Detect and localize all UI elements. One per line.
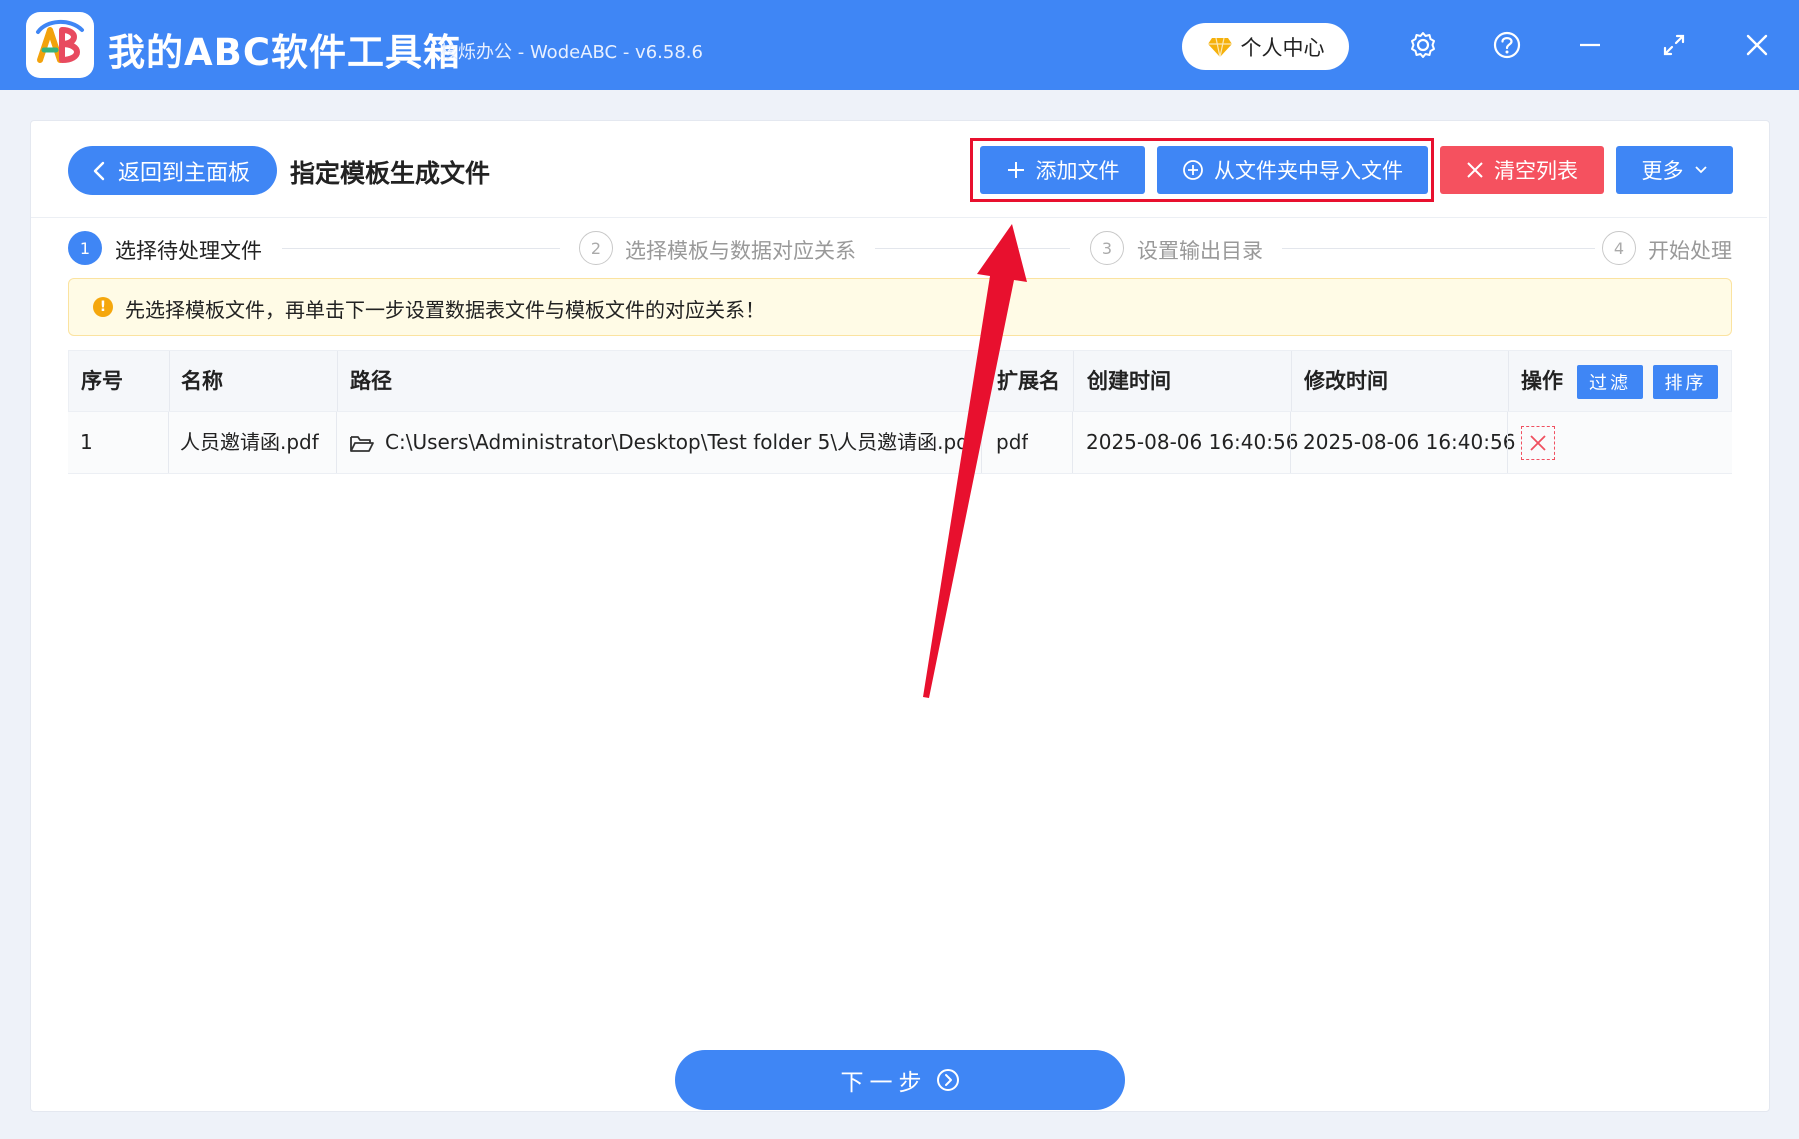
- step-4-label: 开始处理: [1648, 239, 1732, 263]
- column-divider: [1507, 412, 1508, 473]
- step-connector: [875, 248, 1070, 249]
- table-row[interactable]: 1 人员邀请函.pdf C:\Users\Administrator\Deskt…: [68, 412, 1732, 474]
- help-icon[interactable]: [1490, 28, 1524, 62]
- close-icon: [1530, 435, 1546, 451]
- column-divider: [1291, 351, 1292, 411]
- hint-notice: ! 先选择模板文件，再单击下一步设置数据表文件与模板文件的对应关系！: [68, 278, 1732, 336]
- col-header-index: 序号: [81, 369, 123, 393]
- cell-modified: 2025-08-06 16:40:56: [1303, 430, 1516, 454]
- column-divider: [169, 351, 170, 411]
- col-header-modified: 修改时间: [1304, 369, 1388, 393]
- column-divider: [336, 412, 337, 473]
- close-icon[interactable]: [1740, 28, 1774, 62]
- annotation-highlight-box: [970, 138, 1434, 202]
- folder-open-icon[interactable]: [349, 412, 379, 472]
- user-center-label: 个人中心: [1240, 35, 1325, 60]
- warning-icon: !: [93, 297, 113, 317]
- step-3-label: 设置输出目录: [1137, 239, 1263, 263]
- column-divider: [1290, 412, 1291, 473]
- column-divider: [168, 412, 169, 473]
- col-header-path: 路径: [350, 369, 392, 393]
- filter-button[interactable]: 过滤: [1577, 365, 1643, 399]
- step-1-number: 1: [68, 231, 102, 265]
- next-step-label: 下一步: [840, 1070, 928, 1096]
- settings-icon[interactable]: [1406, 28, 1440, 62]
- step-connector: [1282, 248, 1595, 249]
- page-title: 指定模板生成文件: [290, 159, 491, 188]
- more-label: 更多: [1641, 159, 1684, 183]
- column-divider: [337, 351, 338, 411]
- title-bar: 我的ABC软件工具箱 核烁办公 - WodeABC - v6.58.6 个人中心: [0, 0, 1799, 90]
- header-divider: [31, 217, 1767, 218]
- step-3-number: 3: [1090, 231, 1124, 265]
- back-to-main-button[interactable]: 返回到主面板: [68, 146, 277, 195]
- step-1-label: 选择待处理文件: [115, 239, 262, 263]
- col-header-action: 操作: [1521, 369, 1563, 393]
- cell-created: 2025-08-06 16:40:56: [1086, 430, 1299, 454]
- main-panel: [30, 120, 1770, 1112]
- chevron-left-icon: [93, 161, 105, 180]
- column-divider: [981, 412, 982, 473]
- arrow-right-circle-icon: [936, 1069, 959, 1091]
- table-header: 序号 名称 路径 扩展名 创建时间 修改时间 操作 过滤 排序: [68, 350, 1732, 412]
- column-divider: [1073, 351, 1074, 411]
- col-header-created: 创建时间: [1087, 369, 1171, 393]
- column-divider: [1508, 351, 1509, 411]
- notice-text: 先选择模板文件，再单击下一步设置数据表文件与模板文件的对应关系！: [125, 298, 765, 322]
- column-divider: [982, 351, 983, 411]
- col-header-ext: 扩展名: [997, 369, 1060, 393]
- app-title: 我的ABC软件工具箱: [108, 31, 461, 74]
- x-icon: [1467, 162, 1483, 178]
- cell-path: C:\Users\Administrator\Desktop\Test fold…: [385, 430, 976, 454]
- cell-name: 人员邀请函.pdf: [180, 430, 319, 454]
- cell-index: 1: [80, 430, 93, 454]
- delete-row-button[interactable]: [1521, 426, 1555, 460]
- next-step-button[interactable]: 下一步: [675, 1050, 1125, 1110]
- step-connector: [282, 248, 560, 249]
- col-header-name: 名称: [181, 369, 223, 393]
- app-subtitle: 核烁办公 - WodeABC - v6.58.6: [440, 42, 703, 63]
- user-center-button[interactable]: 个人中心: [1182, 23, 1349, 70]
- chevron-down-icon: [1694, 166, 1707, 174]
- column-divider: [1072, 412, 1073, 473]
- step-2-label: 选择模板与数据对应关系: [625, 239, 856, 263]
- minimize-icon[interactable]: [1573, 28, 1607, 62]
- maximize-icon[interactable]: [1657, 28, 1691, 62]
- step-2-number: 2: [579, 231, 613, 265]
- app-logo: [26, 12, 94, 78]
- diamond-icon: [1207, 37, 1232, 57]
- back-label: 返回到主面板: [118, 160, 251, 186]
- more-dropdown-button[interactable]: 更多: [1616, 146, 1733, 194]
- cell-ext: pdf: [996, 430, 1029, 454]
- clear-list-label: 清空列表: [1494, 159, 1578, 183]
- sort-button[interactable]: 排序: [1653, 365, 1718, 399]
- step-4-number: 4: [1602, 231, 1636, 265]
- clear-list-button[interactable]: 清空列表: [1440, 146, 1604, 194]
